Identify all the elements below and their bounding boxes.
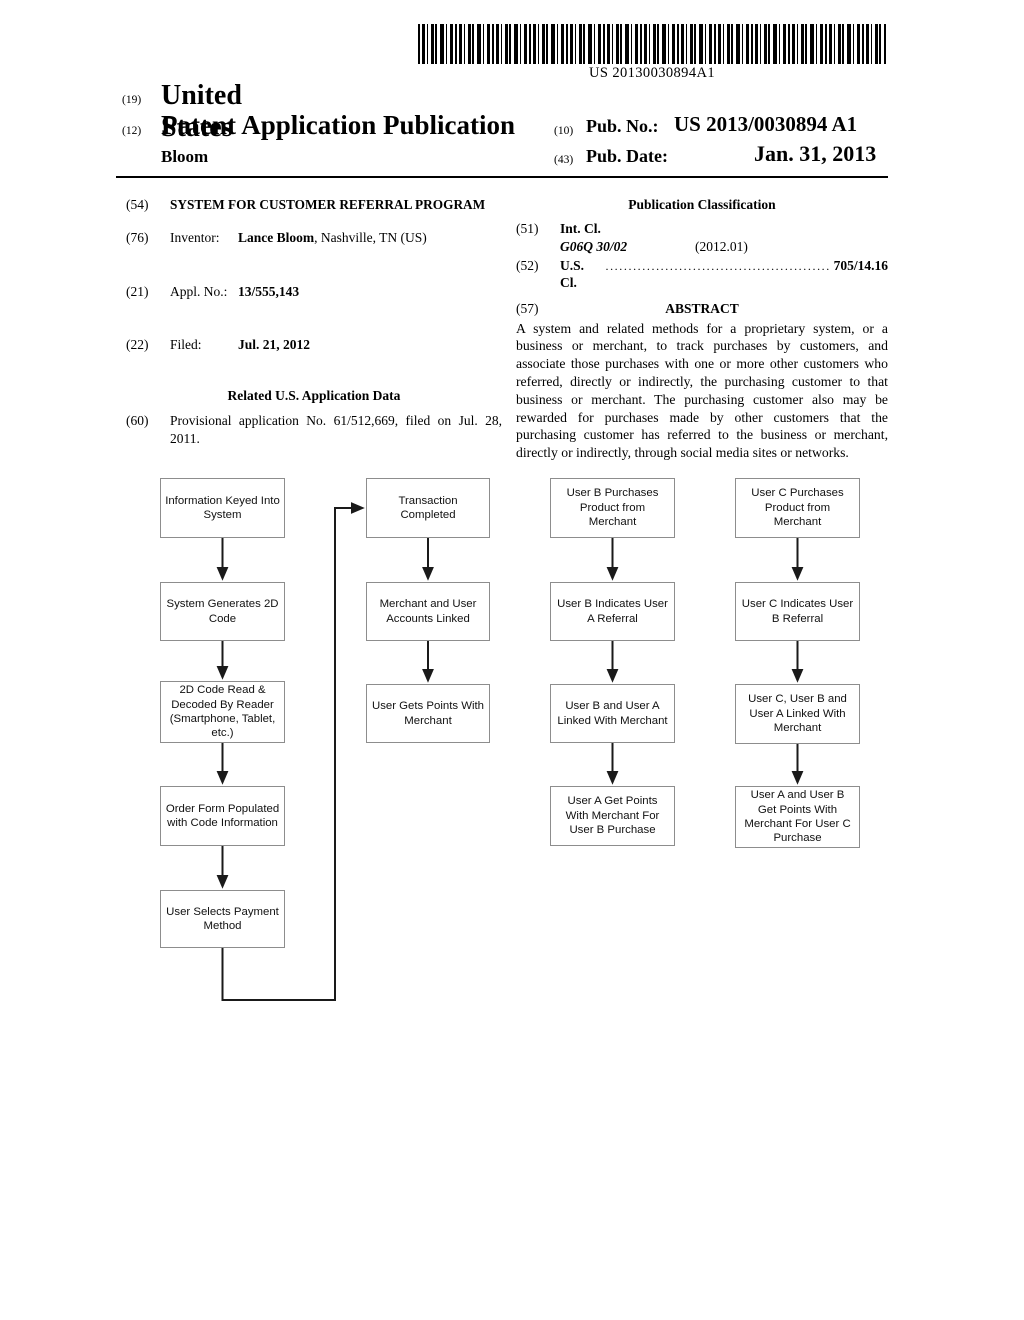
appl-no-label: Appl. No.: <box>170 283 228 299</box>
bibliographic-left-column: (54) SYSTEM FOR CUSTOMER REFERRAL PROGRA… <box>126 196 502 451</box>
barcode-image <box>418 24 886 64</box>
us-cl-dot-leader: ........................................… <box>605 258 830 273</box>
flowchart-box-label: User Selects Payment Method <box>166 905 279 932</box>
flowchart-box-c3r3: User B and User A Linked With Merchant <box>550 684 675 743</box>
field-code-60: (60) <box>126 413 149 429</box>
field-code-52: (52) <box>516 257 539 273</box>
filed-value: Jul. 21, 2012 <box>238 336 311 352</box>
flowchart-box-label: User C, User B and User A Linked With Me… <box>748 693 847 735</box>
flowchart-box-label: User C Purchases Product from Merchant <box>751 487 844 529</box>
flowchart-box-c1r3: 2D Code Read & Decoded By Reader (Smartp… <box>160 681 285 743</box>
flowchart-box-c3r2: User B Indicates User A Referral <box>550 582 675 641</box>
flowchart-box-c4r1: User C Purchases Product from Merchant <box>735 478 860 538</box>
author-name: Bloom <box>161 147 209 166</box>
field-code-21: (21) <box>126 283 149 299</box>
inventor-name: Lance Bloom <box>238 230 315 246</box>
us-cl-label: U.S. Cl. <box>560 257 585 291</box>
field-inventor: (76) Inventor: Lance Bloom, Nashville, TN… <box>126 229 502 246</box>
flowchart-box-c3r1: User B Purchases Product from Merchant <box>550 478 675 538</box>
flowchart-box-label: User B Purchases Product from Merchant <box>566 487 659 529</box>
flowchart-box-c3r4: User A Get Points With Merchant For User… <box>550 786 675 846</box>
flowchart-box-c4r2: User C Indicates User B Referral <box>735 582 860 641</box>
flowchart-box-label: User C Indicates User B Referral <box>741 598 854 625</box>
field-code-51: (51) <box>516 221 539 237</box>
barcode-number: US 20130030894A1 <box>588 65 716 81</box>
flowchart-box-label: 2D Code Read & Decoded By Reader (Smartp… <box>169 684 276 740</box>
code-43: (43) <box>554 154 574 166</box>
flowchart-box-label: User B Indicates User A Referral <box>557 598 668 625</box>
field-code-57: (57) <box>516 301 539 317</box>
header-divider-rule <box>116 176 888 178</box>
flowchart-box-c2r2: Merchant and User Accounts Linked <box>366 582 490 641</box>
pub-date-label: Pub. Date: <box>586 146 668 166</box>
flowchart-box-c2r1: Transaction Completed <box>366 478 490 538</box>
flowchart-box-label: Merchant and User Accounts Linked <box>379 598 477 625</box>
code-10: (10) <box>554 125 574 137</box>
field-us-cl: (52) U.S. Cl. ..........................… <box>516 257 888 292</box>
related-application-text: Provisional application No. 61/512,669, … <box>170 413 502 446</box>
int-cl-version: (2012.01) <box>695 238 748 254</box>
flowchart-box-c2r3: User Gets Points With Merchant <box>366 684 490 743</box>
int-cl-value: G06Q 30/02 <box>560 238 628 254</box>
related-application-heading: Related U.S. Application Data <box>227 388 401 404</box>
document-type: Patent Application Publication <box>161 110 516 140</box>
flowchart-box-c4r4: User A and User B Get Points With Mercha… <box>735 786 860 848</box>
appl-no-value: 13/555,143 <box>238 283 300 299</box>
pub-date-value: Jan. 31, 2013 <box>754 141 877 166</box>
field-related-app: (60) Provisional application No. 61/512,… <box>126 412 502 447</box>
int-cl-label: Int. Cl. <box>560 221 601 237</box>
field-appl-no: (21) Appl. No.: 13/555,143 <box>126 283 502 300</box>
code-12: (12) <box>122 125 142 137</box>
field-filed: (22) Filed: Jul. 21, 2012 <box>126 336 502 353</box>
invention-title: SYSTEM FOR CUSTOMER REFERRAL PROGRAM <box>170 197 486 212</box>
flowchart-box-label: Transaction Completed <box>398 494 458 521</box>
bibliographic-right-column: Publication Classification (51) Int. Cl.… <box>516 196 888 462</box>
flowchart-box-label: Order Form Populated with Code Informati… <box>165 802 280 829</box>
abstract-text: A system and related methods for a propr… <box>516 320 888 461</box>
field-code-54: (54) <box>126 197 149 212</box>
barcode-block: US 20130030894A1 <box>418 24 886 82</box>
flowchart-box-c1r2: System Generates 2D Code <box>160 582 285 641</box>
inventor-location: , Nashville, TN (US) <box>314 230 427 246</box>
code-19: (19) <box>122 94 142 106</box>
flowchart-box-c1r5: User Selects Payment Method <box>160 890 285 948</box>
flowchart-box-label: User A and User B Get Points With Mercha… <box>744 789 851 845</box>
filed-label: Filed: <box>170 336 202 352</box>
field-code-76: (76) <box>126 230 149 246</box>
field-code-22: (22) <box>126 336 149 352</box>
flowchart-box-c1r1: Information Keyed Into System <box>160 478 285 538</box>
flowchart-box-label: User Gets Points With Merchant <box>371 700 485 727</box>
publication-classification-heading: Publication Classification <box>628 197 776 212</box>
field-abstract-heading: (57) ABSTRACT <box>516 300 888 317</box>
abstract-heading: ABSTRACT <box>665 301 739 317</box>
inventor-label: Inventor: <box>170 230 220 246</box>
field-int-cl: (51) Int. Cl. G06Q 30/02 (2012.01) <box>516 220 888 255</box>
flowchart-box-label: User B and User A Linked With Merchant <box>557 700 668 727</box>
flowchart-box-label: System Generates 2D Code <box>166 598 279 625</box>
flowchart-box-label: Information Keyed Into System <box>165 494 280 521</box>
pub-no-label: Pub. No.: <box>586 116 659 136</box>
pub-no-value: US 2013/0030894 A1 <box>674 112 858 136</box>
us-cl-value: 705/14.16 <box>833 257 888 273</box>
flowchart-box-c4r3: User C, User B and User A Linked With Me… <box>735 684 860 744</box>
flowchart-box-label: User A Get Points With Merchant For User… <box>565 795 660 837</box>
flowchart-box-c1r4: Order Form Populated with Code Informati… <box>160 786 285 846</box>
field-title: (54) SYSTEM FOR CUSTOMER REFERRAL PROGRA… <box>126 196 502 213</box>
